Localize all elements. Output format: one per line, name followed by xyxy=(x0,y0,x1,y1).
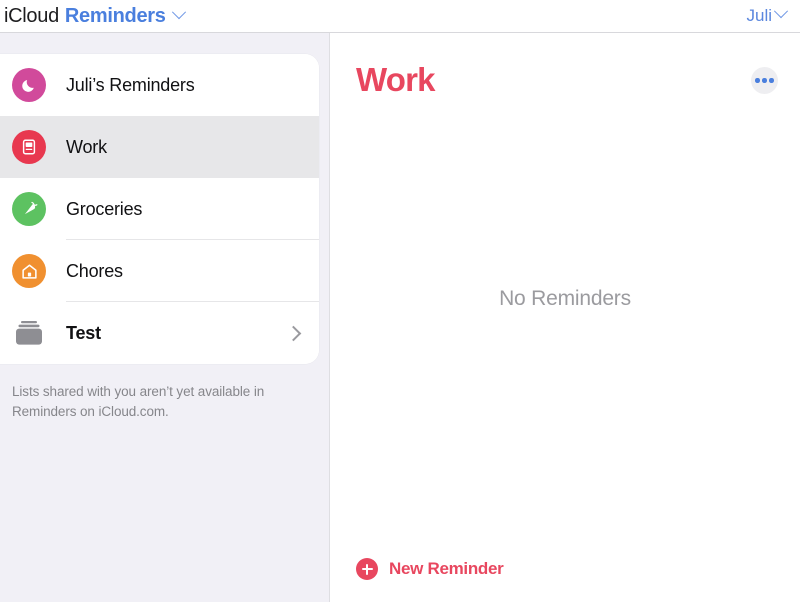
brand-menu[interactable]: iCloud Reminders xyxy=(4,4,186,28)
house-icon xyxy=(12,254,46,288)
account-name-label: Juli xyxy=(746,6,772,25)
more-dot xyxy=(762,78,767,83)
new-reminder-label: New Reminder xyxy=(389,559,504,578)
sidebar-item-chores[interactable]: Chores xyxy=(0,240,319,302)
shared-lists-note: Lists shared with you aren’t yet availab… xyxy=(12,384,265,419)
plus-circle-icon xyxy=(356,558,378,580)
chevron-down-icon xyxy=(171,4,186,19)
chevron-right-icon[interactable] xyxy=(285,325,302,341)
icloud-reminders-app: iCloud Reminders Juli Juli’s Reminders W… xyxy=(0,0,800,602)
sidebar: Juli’s Reminders Work Groceries Chores T… xyxy=(0,33,330,602)
new-reminder-button[interactable]: New Reminder xyxy=(330,558,800,602)
moon-icon xyxy=(12,68,46,102)
sidebar-item-label: Chores xyxy=(66,260,123,281)
content-split: Juli’s Reminders Work Groceries Chores T… xyxy=(0,33,800,602)
more-dot xyxy=(769,78,774,83)
sidebar-item-label: Test xyxy=(66,322,101,343)
sidebar-list-card: Juli’s Reminders Work Groceries Chores T… xyxy=(0,54,319,364)
main-panel: Work No Reminders New Reminder xyxy=(330,33,800,602)
computer-icon xyxy=(12,130,46,164)
sidebar-item-test[interactable]: Test xyxy=(0,302,319,364)
page-title: Work xyxy=(356,61,436,98)
sidebar-item-label: Work xyxy=(66,136,107,157)
sidebar-item-groceries[interactable]: Groceries xyxy=(0,178,319,240)
empty-state-text: No Reminders xyxy=(499,287,631,310)
more-options-icon[interactable] xyxy=(751,67,778,94)
top-bar: iCloud Reminders Juli xyxy=(0,0,800,33)
brand-icloud-label: iCloud xyxy=(4,4,59,27)
group-folder-icon xyxy=(12,316,46,350)
main-header: Work xyxy=(330,33,800,96)
brand-app-label: Reminders xyxy=(64,4,166,27)
sidebar-item-julis-reminders[interactable]: Juli’s Reminders xyxy=(0,54,319,116)
sidebar-item-label: Groceries xyxy=(66,198,143,219)
sidebar-item-label: Juli’s Reminders xyxy=(66,74,195,95)
account-menu[interactable]: Juli xyxy=(746,4,792,26)
carrot-icon xyxy=(12,192,46,226)
reminders-list-area: No Reminders xyxy=(330,96,800,558)
sidebar-item-work[interactable]: Work xyxy=(0,116,319,178)
more-dot xyxy=(755,78,760,83)
chevron-down-icon xyxy=(773,4,789,19)
